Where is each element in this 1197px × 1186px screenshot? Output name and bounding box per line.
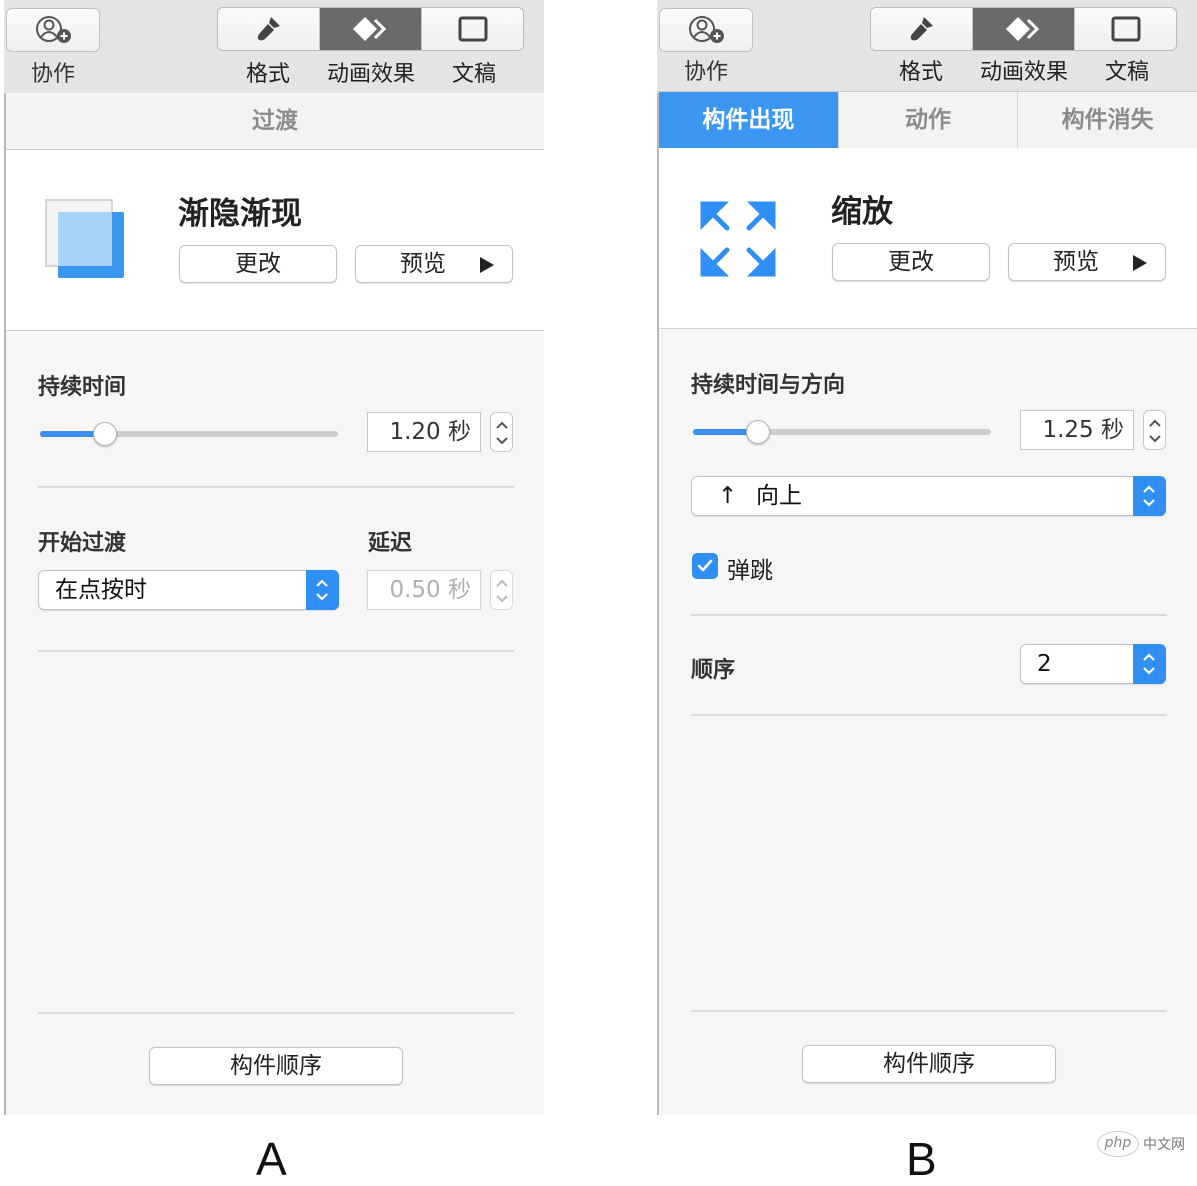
duration-value-field[interactable]: 1.20 秒 [367, 412, 481, 452]
divider [38, 1012, 514, 1014]
delay-label: 延迟 [368, 531, 413, 556]
effect-summary: 渐隐渐现 更改 预览 [6, 150, 544, 331]
delay-value-field[interactable]: 0.50 秒 [367, 570, 481, 610]
change-effect-button[interactable]: 更改 [179, 245, 337, 283]
inspector-panel-b: 协作 格式 动画效果 文稿 构件出现 动作 构件消失 缩放 更改 预览 持续时间… [657, 0, 1197, 1115]
divider [691, 1010, 1167, 1012]
direction-popup[interactable]: ↑ 向上 [691, 476, 1166, 516]
toolbar: 协作 格式 动画效果 文稿 [657, 0, 1197, 92]
start-transition-popup[interactable]: 在点按时 [38, 570, 339, 610]
document-tab-label: 文稿 [1104, 60, 1149, 85]
paintbrush-icon [257, 17, 280, 41]
effect-name: 缩放 [831, 194, 893, 230]
divider [691, 614, 1167, 616]
popup-arrows-icon [306, 570, 339, 610]
delay-stepper[interactable] [490, 570, 513, 610]
animate-tab-button[interactable] [973, 8, 1075, 50]
bounce-label: 弹跳 [727, 558, 773, 584]
collaborate-button[interactable] [6, 8, 100, 52]
popup-arrows-icon [1133, 644, 1166, 684]
format-tab-label: 格式 [245, 62, 290, 87]
watermark-text: 中文网 [1143, 1137, 1185, 1153]
format-tab-label: 格式 [898, 60, 943, 85]
document-tab-button[interactable] [1075, 8, 1176, 50]
document-icon [1111, 16, 1140, 42]
order-value: 2 [1037, 651, 1052, 677]
watermark-logo-text: php [1104, 1135, 1132, 1151]
animate-diamond-icon [1005, 17, 1039, 41]
build-order-button[interactable]: 构件顺序 [802, 1045, 1056, 1083]
animate-tab-label: 动画效果 [979, 60, 1068, 85]
format-tab-button[interactable] [218, 8, 320, 50]
play-icon [1133, 255, 1147, 271]
tab-build-in[interactable]: 构件出现 [659, 92, 838, 148]
duration-value-field[interactable]: 1.25 秒 [1020, 410, 1134, 450]
direction-value: 向上 [756, 483, 802, 509]
build-tabs: 构件出现 动作 构件消失 [659, 92, 1197, 149]
preview-button[interactable]: 预览 [355, 245, 513, 283]
stepper-arrows-icon [496, 579, 508, 603]
toolbar-segmented-control [217, 7, 524, 51]
checkmark-icon [697, 559, 713, 572]
duration-slider[interactable] [40, 422, 338, 446]
divider [691, 714, 1167, 716]
toolbar-segmented-control [870, 7, 1177, 51]
section-header: 过渡 [6, 93, 544, 150]
stepper-arrows-icon [1149, 419, 1161, 443]
format-tab-button[interactable] [871, 8, 973, 50]
watermark-logo: php [1097, 1131, 1139, 1157]
divider [38, 650, 514, 652]
caption-a: A [256, 1133, 287, 1185]
divider [38, 486, 514, 488]
toolbar: 协作 格式 动画效果 文稿 [4, 0, 544, 94]
animate-diamond-icon [352, 17, 386, 41]
collaborate-button[interactable] [659, 8, 753, 52]
order-label: 顺序 [691, 658, 736, 683]
preview-label: 预览 [400, 251, 446, 277]
tab-build-out[interactable]: 构件消失 [1017, 92, 1197, 148]
duration-direction-label: 持续时间与方向 [691, 373, 846, 398]
dissolve-squares-icon [45, 199, 124, 278]
order-popup[interactable]: 2 [1020, 644, 1166, 684]
effect-summary: 缩放 更改 预览 [659, 148, 1197, 329]
collaborate-label: 协作 [683, 60, 728, 85]
collaborate-label: 协作 [30, 62, 75, 87]
duration-stepper[interactable] [490, 412, 513, 452]
change-effect-button[interactable]: 更改 [832, 243, 990, 281]
collaborate-icon [36, 16, 71, 43]
play-icon [480, 257, 494, 273]
document-tab-label: 文稿 [451, 62, 496, 87]
duration-slider-knob[interactable] [93, 422, 117, 446]
paintbrush-icon [910, 17, 933, 41]
start-transition-label: 开始过渡 [38, 531, 127, 556]
start-transition-value: 在点按时 [55, 577, 147, 603]
duration-label: 持续时间 [38, 375, 127, 400]
duration-stepper[interactable] [1143, 410, 1166, 450]
document-icon [458, 16, 487, 42]
inspector-panel-a: 协作 格式 动画效果 文稿 过渡 渐隐渐现 更改 预览 持续时间 1.20 秒 … [4, 0, 544, 1115]
tab-action[interactable]: 动作 [837, 92, 1018, 148]
preview-label: 预览 [1053, 249, 1099, 275]
direction-arrow-icon: ↑ [718, 483, 738, 509]
effect-name: 渐隐渐现 [178, 196, 302, 232]
duration-slider-knob[interactable] [746, 420, 770, 444]
caption-b: B [906, 1133, 937, 1185]
collaborate-icon [689, 16, 724, 43]
transition-header-label: 过渡 [252, 108, 298, 134]
duration-slider[interactable] [693, 420, 991, 444]
stepper-arrows-icon [496, 421, 508, 445]
document-tab-button[interactable] [422, 8, 523, 50]
zoom-arrows-icon [700, 201, 776, 277]
animate-tab-button[interactable] [320, 8, 422, 50]
bounce-checkbox[interactable] [692, 553, 718, 579]
preview-button[interactable]: 预览 [1008, 243, 1166, 281]
popup-arrows-icon [1133, 476, 1166, 516]
watermark: php 中文网 [1097, 1131, 1185, 1157]
animate-tab-label: 动画效果 [326, 62, 415, 87]
build-order-button[interactable]: 构件顺序 [149, 1047, 403, 1085]
